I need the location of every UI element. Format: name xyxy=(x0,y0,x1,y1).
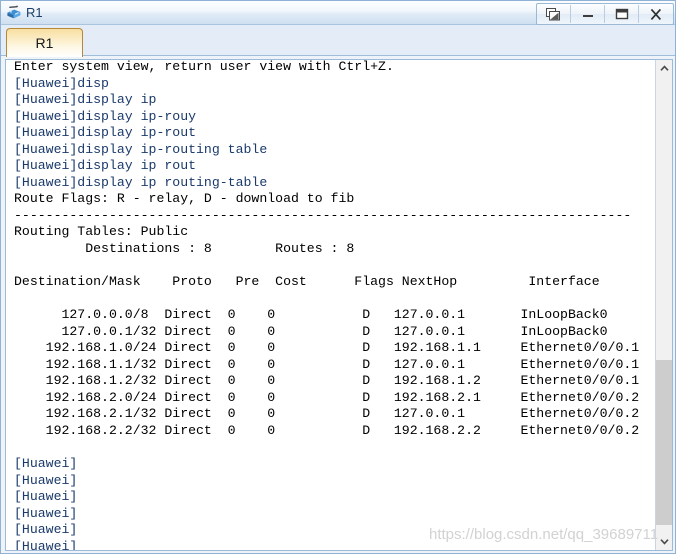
terminal-line: 192.168.2.2/32 Direct 0 0 D 192.168.2.2 … xyxy=(14,423,640,439)
terminal-line: [Huawei] xyxy=(14,505,78,521)
terminal-line: [Huawei]display ip-rout xyxy=(14,125,197,141)
terminal-line: 192.168.1.2/32 Direct 0 0 D 192.168.1.2 … xyxy=(14,373,640,389)
minimize-icon xyxy=(582,15,593,17)
scrollbar-thumb[interactable] xyxy=(656,360,672,525)
terminal-line: [Huawei]display ip-rouy xyxy=(14,108,197,124)
chevron-up-icon xyxy=(659,65,669,71)
close-icon xyxy=(650,8,662,20)
title-bar: R1 xyxy=(1,1,675,25)
window-title: R1 xyxy=(26,4,43,20)
terminal-line: 192.168.2.1/32 Direct 0 0 D 127.0.0.1 Et… xyxy=(14,406,640,422)
router-cli-window: R1 R1 Enter system view, return user vie… xyxy=(0,0,676,554)
terminal-line: Destinations : 8 Routes : 8 xyxy=(14,241,355,257)
terminal-line: [Huawei]display ip routing-table xyxy=(14,174,268,190)
cascade-windows-icon xyxy=(546,7,560,20)
terminal-panel: Enter system view, return user view with… xyxy=(5,59,673,551)
terminal-line: Routing Tables: Public xyxy=(14,224,189,240)
terminal-line: 127.0.0.0/8 Direct 0 0 D 127.0.0.1 InLoo… xyxy=(14,307,608,323)
maximize-icon xyxy=(615,8,628,20)
minimize-button[interactable] xyxy=(571,5,605,23)
scroll-up-button[interactable] xyxy=(656,60,672,77)
terminal-line: [Huawei] xyxy=(14,522,78,538)
tab-r1[interactable]: R1 xyxy=(6,28,83,57)
terminal-line: Route Flags: R - relay, D - download to … xyxy=(14,191,355,207)
tab-label: R1 xyxy=(35,35,54,51)
maximize-button[interactable] xyxy=(605,5,639,23)
terminal-line: 192.168.1.1/32 Direct 0 0 D 127.0.0.1 Et… xyxy=(14,356,640,372)
terminal-line: 192.168.1.0/24 Direct 0 0 D 192.168.1.1 … xyxy=(14,340,640,356)
router-icon xyxy=(7,4,21,18)
window-controls xyxy=(536,3,674,25)
terminal-output-area[interactable]: Enter system view, return user view with… xyxy=(6,60,672,550)
terminal-line: Enter system view, return user view with… xyxy=(14,60,394,74)
tab-strip: R1 xyxy=(1,25,675,57)
terminal-vertical-scrollbar[interactable] xyxy=(655,60,672,550)
restore-windows-button[interactable] xyxy=(537,5,571,23)
terminal-line: 127.0.0.1/32 Direct 0 0 D 127.0.0.1 InLo… xyxy=(14,323,608,339)
terminal-line: [Huawei] xyxy=(14,456,78,472)
terminal-line: [Huawei]disp xyxy=(14,75,109,91)
close-button[interactable] xyxy=(639,5,673,23)
terminal-line: [Huawei]display ip xyxy=(14,92,157,108)
terminal-line: ----------------------------------------… xyxy=(14,207,632,223)
terminal-line: Destination/Mask Proto Pre Cost Flags Ne… xyxy=(14,274,600,290)
terminal-line: 192.168.2.0/24 Direct 0 0 D 192.168.2.1 … xyxy=(14,389,640,405)
terminal-line: [Huawei] xyxy=(14,489,78,505)
scroll-down-button[interactable] xyxy=(656,533,672,550)
terminal-line: [Huawei] xyxy=(14,538,78,550)
chevron-down-icon xyxy=(659,539,669,545)
terminal-text: Enter system view, return user view with… xyxy=(14,60,654,550)
terminal-line: [Huawei] xyxy=(14,472,78,488)
terminal-line: [Huawei]display ip rout xyxy=(14,158,197,174)
terminal-line: [Huawei]display ip-routing table xyxy=(14,141,268,157)
